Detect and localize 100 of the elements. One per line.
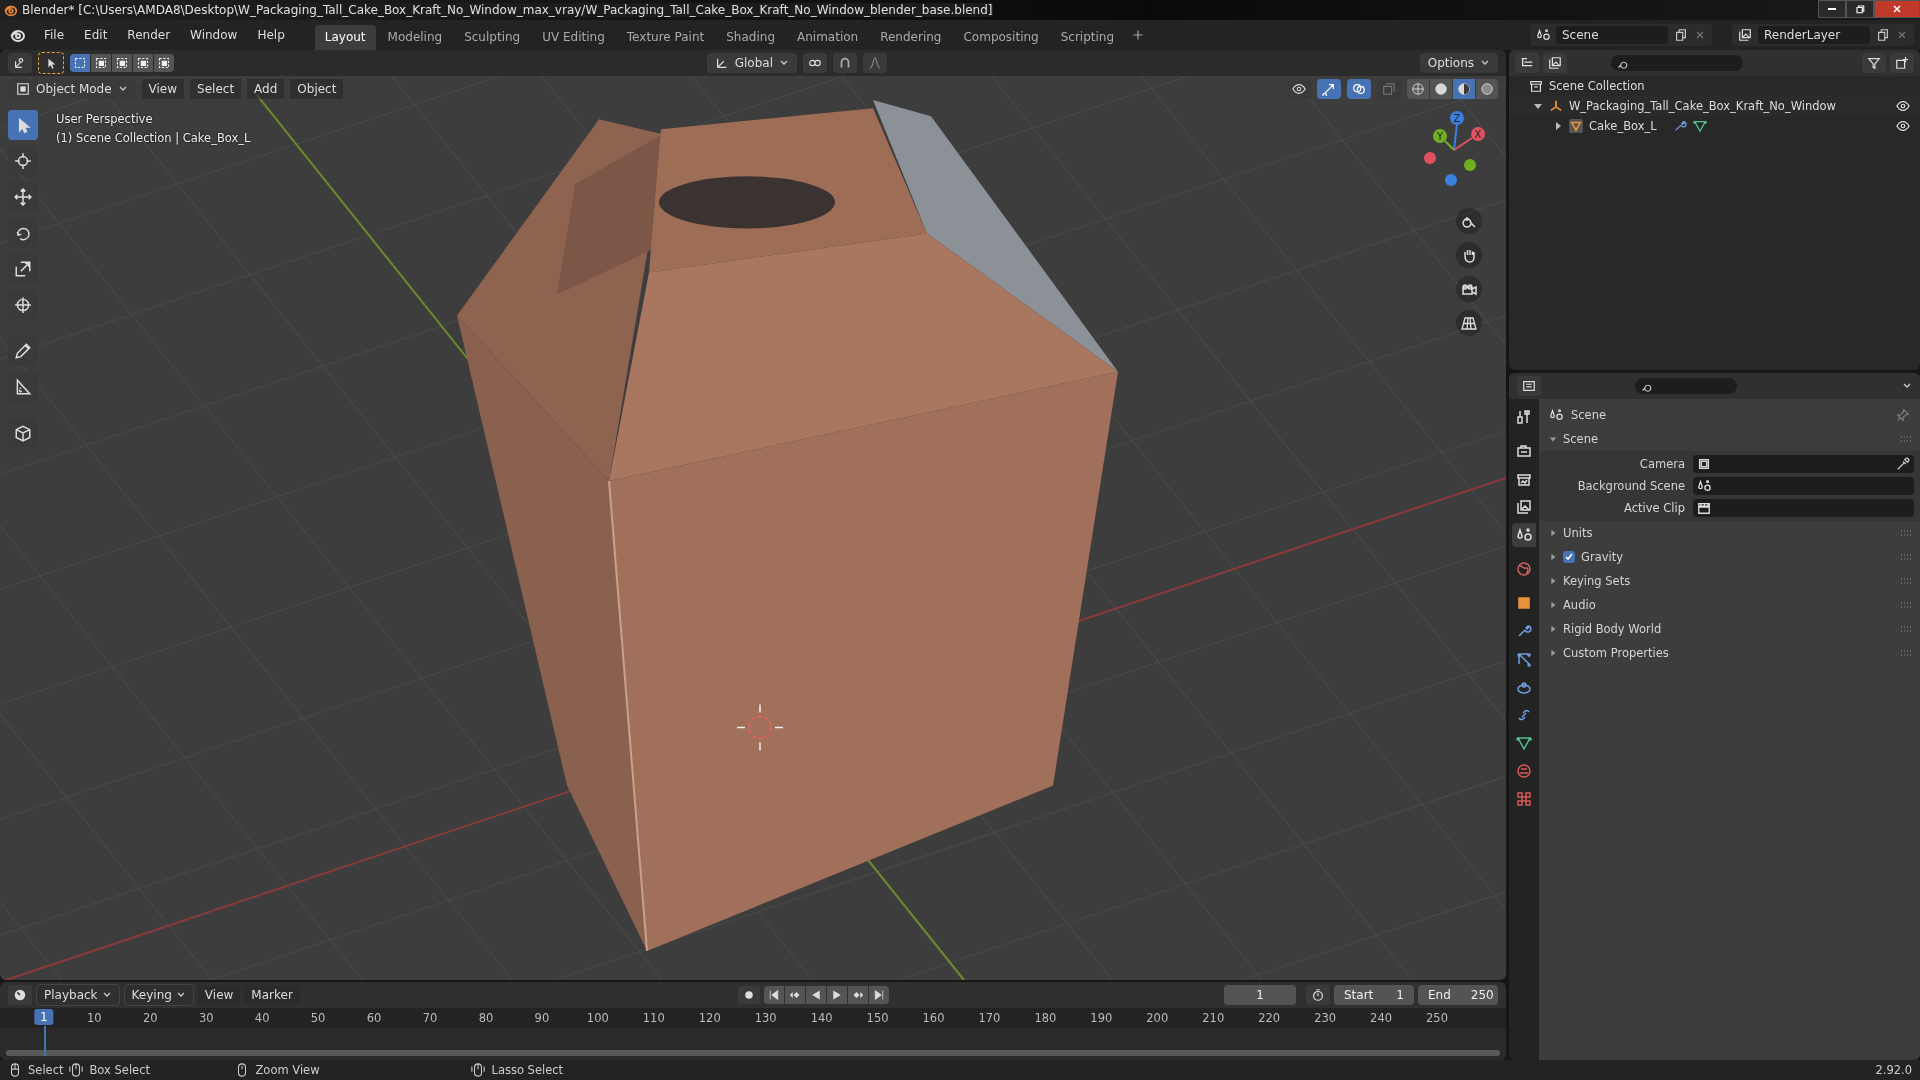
overlay-button[interactable] [1347,79,1371,99]
transform-orientation-dropdown[interactable]: Global [706,53,797,73]
menu-item[interactable]: Edit [76,25,116,45]
selection-mode-button[interactable] [70,54,90,72]
eye-icon[interactable] [1896,119,1910,133]
gizmo-button[interactable] [1317,79,1341,99]
viewport-menu[interactable]: Select [190,79,242,99]
panel-header[interactable]: Custom Properties [1539,641,1920,665]
drag-handle-icon[interactable] [1900,529,1912,537]
object-field[interactable] [1693,455,1914,473]
workspace-tab[interactable]: Layout [314,25,376,50]
perspective-toggle-button[interactable] [1456,310,1482,336]
shading-mode-button[interactable] [1476,79,1498,99]
timeline-menu[interactable]: View [197,985,241,1005]
checkbox[interactable] [1563,551,1575,563]
close-icon[interactable] [1694,29,1706,41]
display-mode-button[interactable] [1543,53,1567,73]
menu-item[interactable]: Window [182,25,246,45]
scene-selector[interactable]: Scene [1530,24,1712,46]
menu-item[interactable]: Help [249,25,293,45]
outliner-row[interactable]: Scene Collection [1509,76,1920,96]
viewport-menu[interactable]: View [141,79,185,99]
end-frame-field[interactable]: End 250 [1418,985,1498,1005]
editor-type-button[interactable] [1517,376,1541,396]
drag-handle-icon[interactable] [1900,649,1912,657]
workspace-tab[interactable]: Modeling [377,25,453,50]
minimize-button[interactable] [1818,0,1846,18]
y-axis-handle[interactable]: Y [1433,129,1447,143]
properties-tab[interactable] [1512,523,1536,547]
selection-mode-button[interactable] [91,54,111,72]
proportional-edit-button[interactable] [863,53,887,73]
app-logo-icon[interactable] [10,27,26,43]
selection-mode-button[interactable] [154,54,174,72]
workspace-tab[interactable]: UV Editing [532,25,615,50]
panel-header[interactable]: Audio [1539,593,1920,617]
timeline-menu[interactable]: Keying [123,984,194,1006]
prev-keyframe-button[interactable] [784,986,805,1004]
outliner-row[interactable]: Cake_Box_L [1509,116,1920,136]
disclosure-triangle-icon[interactable] [1553,121,1563,131]
workspace-tab[interactable]: Rendering [870,25,952,50]
filter-button[interactable] [1862,53,1886,73]
mode-dropdown[interactable]: Object Mode [8,79,136,99]
workspace-tab[interactable]: Shading [716,25,785,50]
menu-item[interactable]: File [36,25,73,45]
viewport-menu[interactable]: Add [247,79,285,99]
object-field[interactable] [1693,499,1914,517]
editor-type-button[interactable] [8,985,32,1005]
panel-header[interactable]: Gravity [1539,545,1920,569]
drag-handle-icon[interactable] [1900,601,1912,609]
drag-handle-icon[interactable] [1900,625,1912,633]
current-frame-field[interactable]: 1 [1224,985,1296,1005]
negative-y-handle[interactable] [1464,159,1476,171]
jump-end-button[interactable] [868,986,889,1004]
search-field[interactable] [1635,378,1737,394]
negative-x-handle[interactable] [1424,152,1436,164]
selection-mode-button[interactable] [133,54,153,72]
panel-header[interactable]: Keying Sets [1539,569,1920,593]
snap-button[interactable] [833,53,857,73]
next-keyframe-button[interactable] [847,986,868,1004]
x-axis-handle[interactable]: X [1471,127,1485,141]
workspace-tab[interactable]: Scripting [1050,25,1125,50]
workspace-tab[interactable]: Compositing [953,25,1049,50]
tool-button[interactable] [38,52,64,74]
preview-range-button[interactable] [1306,985,1330,1005]
new-collection-button[interactable] [1890,53,1914,73]
drag-handle-icon[interactable] [1900,553,1912,561]
copy-icon[interactable] [1876,28,1890,42]
close-icon[interactable] [1896,29,1908,41]
shading-mode-button[interactable] [1453,79,1475,99]
drag-handle-icon[interactable] [1900,577,1912,585]
play-button[interactable] [826,986,847,1004]
pan-button[interactable] [1456,242,1482,268]
playhead[interactable]: 1 [34,1009,54,1025]
panel-header[interactable]: Rigid Body World [1539,617,1920,641]
copy-icon[interactable] [1674,28,1688,42]
workspace-tab[interactable]: Animation [787,25,869,50]
editor-type-button[interactable] [8,53,32,73]
eyedropper-icon[interactable] [1896,457,1910,471]
drag-handle-icon[interactable] [1900,435,1912,443]
play-reverse-button[interactable] [805,986,826,1004]
close-button[interactable] [1874,0,1920,18]
menu-item[interactable]: Render [119,25,179,45]
object-field[interactable] [1693,477,1914,495]
triangle-mesh-icon[interactable] [1692,119,1707,133]
workspace-tab[interactable]: Sculpting [454,25,531,50]
zoom-button[interactable] [1456,208,1482,234]
timeline-menu[interactable]: Marker [244,985,300,1005]
workspace-tab[interactable]: Texture Paint [616,25,715,50]
start-frame-field[interactable]: Start 1 [1334,985,1414,1005]
view-layer-selector[interactable]: RenderLayer [1732,24,1914,46]
pin-icon[interactable] [1896,408,1910,422]
selection-mode-button[interactable] [112,54,132,72]
search-field[interactable] [1611,55,1743,71]
panel-header[interactable]: Units [1539,521,1920,545]
camera-view-button[interactable] [1456,276,1482,302]
record-button[interactable] [737,986,760,1004]
pivot-point-button[interactable] [803,53,827,73]
negative-z-handle[interactable] [1445,174,1457,186]
scrollbar[interactable] [6,1050,1500,1056]
eye-icon[interactable] [1896,99,1910,113]
